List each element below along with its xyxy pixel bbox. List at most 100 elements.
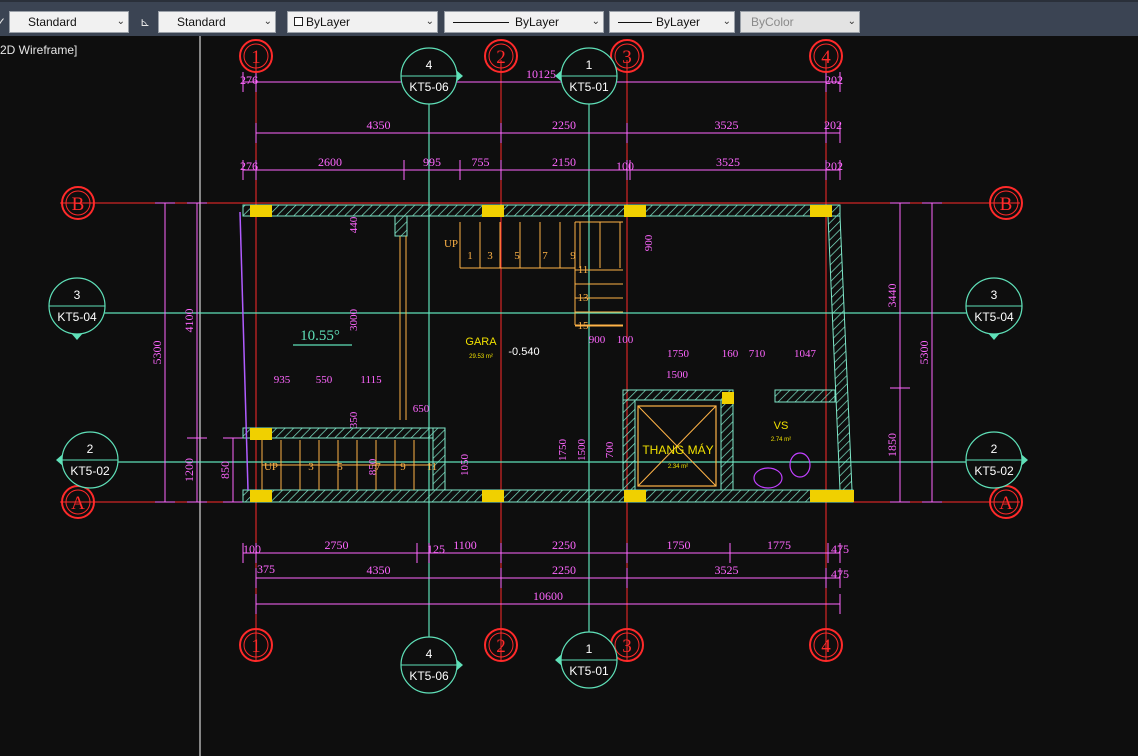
dim-style-icon[interactable]: ⊾ [134, 11, 156, 33]
section-marker-number: 4 [426, 58, 433, 72]
grid-bubble-label: 3 [622, 636, 632, 657]
dim-inner-label: 1750 [557, 439, 569, 462]
room-name-elevator: THANG MÁY [642, 442, 713, 457]
dim-bottom-detail-label: 1750 [667, 538, 691, 552]
dim-inner-label: 440 [348, 216, 360, 233]
dim-inner-label: 900 [643, 234, 655, 251]
washbasin [789, 452, 811, 478]
stair-number-upper: 11 [578, 264, 589, 276]
dim-inner-label: 550 [316, 374, 333, 386]
dim-bottom-axes-label: 4350 [367, 563, 391, 577]
dim-top-detail-label: 3525 [716, 155, 740, 169]
column [832, 490, 854, 502]
dim-style-dropdown[interactable]: Standard ⌄ [158, 11, 276, 33]
dim-top-axes-label: 4350 [367, 118, 391, 132]
slope-angle-label: 10.55° [300, 328, 340, 344]
dim-inner-label: 100 [617, 334, 634, 346]
dim-top-detail-label: 755 [472, 155, 490, 169]
column [722, 392, 734, 404]
dim-inner-label: 710 [749, 348, 766, 360]
color-swatch [294, 17, 303, 26]
wall-stair-right [432, 427, 446, 491]
grid-bubble-label: B [1000, 194, 1013, 215]
dim-top-detail-label: 276 [240, 159, 258, 173]
stair-number-upper: 15 [578, 320, 590, 332]
dim-inner-label: 1750 [667, 348, 690, 360]
plot-style-dropdown: ByColor ⌄ [740, 11, 860, 33]
dim-inner-label: 650 [413, 403, 430, 415]
floor-level-label: -0.540 [508, 346, 539, 358]
grid-bubble-label: A [999, 493, 1013, 514]
column [624, 490, 646, 502]
dim-top-detail-label: 995 [423, 155, 441, 169]
stair-number-upper: UP [444, 238, 458, 250]
column [810, 490, 832, 502]
dim-top-overall-label: 10125 [526, 67, 556, 81]
column [810, 205, 832, 217]
dim-bottom-axes-label: 3525 [715, 563, 739, 577]
dim-inner-label: 3000 [348, 309, 360, 332]
column [482, 490, 504, 502]
linetype-preview [453, 22, 509, 23]
column [250, 428, 272, 440]
room-area-elevator: 2.34 m² [668, 464, 688, 470]
dim-bottom-axes-label: 475 [831, 567, 849, 581]
wall-bottom [242, 489, 854, 503]
dim-top-axes-label: 2250 [552, 118, 576, 132]
dim-bottom-detail-label: 1100 [453, 538, 477, 552]
section-marker-code: KT5-02 [70, 464, 110, 478]
dim-bottom-detail-label: 475 [831, 542, 849, 556]
column [482, 205, 504, 217]
dim-inner-label: 1500 [666, 369, 689, 381]
section-marker-number: 1 [586, 58, 593, 72]
column [624, 205, 646, 217]
stair-number-lower: 5 [337, 461, 343, 473]
stair-number-lower: 7 [375, 461, 381, 473]
color-dropdown[interactable]: ByLayer ⌄ [287, 11, 438, 33]
column [250, 205, 272, 217]
dim-left-inner-label: 1200 [182, 458, 196, 482]
chevron-down-icon: ⌄ [722, 16, 731, 27]
dim-bottom-detail-label: 2750 [325, 538, 349, 552]
dim-top-detail-label: 2150 [552, 155, 576, 169]
lineweight-preview [618, 22, 652, 23]
grid-bubble-label: B [72, 194, 85, 215]
stair-number-lower: 3 [308, 461, 314, 473]
wall-stub [394, 215, 408, 237]
dim-inner-label: 900 [589, 334, 606, 346]
dim-left-inner-label: 4100 [182, 309, 196, 333]
section-marker-number: 3 [74, 288, 81, 302]
dim-inner-label: 350 [348, 411, 360, 428]
wall-wc-top [774, 389, 836, 403]
linetype-dropdown[interactable]: ByLayer ⌄ [444, 11, 604, 33]
grid-bubble-label: 4 [821, 47, 831, 68]
site-boundary [239, 211, 249, 491]
section-marker-code: KT5-06 [409, 669, 449, 683]
chevron-down-icon: ⌄ [425, 16, 434, 27]
section-marker-number: 4 [426, 647, 433, 661]
grid-bubble-label: 2 [496, 636, 506, 657]
dim-inner-label: 700 [604, 441, 616, 458]
section-lines [60, 60, 1020, 680]
dim-inner-label: 935 [274, 374, 291, 386]
wall-elevator-top [622, 389, 734, 401]
text-style-dropdown[interactable]: Standard ⌄ [9, 11, 129, 33]
chevron-down-icon: ⌄ [116, 16, 125, 27]
drawing-canvas[interactable]: 10125276 2024350 2250 3525 2022600 995 755 2150… [0, 36, 1138, 756]
column [250, 490, 272, 502]
section-marker-code: KT5-02 [974, 464, 1014, 478]
room-area-wc: 2.74 m² [771, 437, 791, 443]
toilet [753, 467, 783, 489]
chevron-down-icon: ⌄ [847, 16, 856, 27]
dim-left-small-label: 850 [218, 461, 232, 479]
grid-bubble-label: 2 [496, 47, 506, 68]
lineweight-dropdown[interactable]: ByLayer ⌄ [609, 11, 735, 33]
dim-top-detail-label: 202 [825, 159, 843, 173]
dim-bottom-detail-label: 125 [427, 542, 445, 556]
dim-inner-label: 1047 [794, 348, 817, 360]
wall-elevator-left [622, 399, 636, 491]
properties-toolbar: ✓ Standard ⌄ ⊾ Standard ⌄ ByLayer ⌄ ByLa… [0, 0, 1138, 36]
dim-inner-label: 1050 [459, 454, 471, 477]
grid-bubble-label: A [71, 493, 85, 514]
section-marker-number: 1 [586, 642, 593, 656]
